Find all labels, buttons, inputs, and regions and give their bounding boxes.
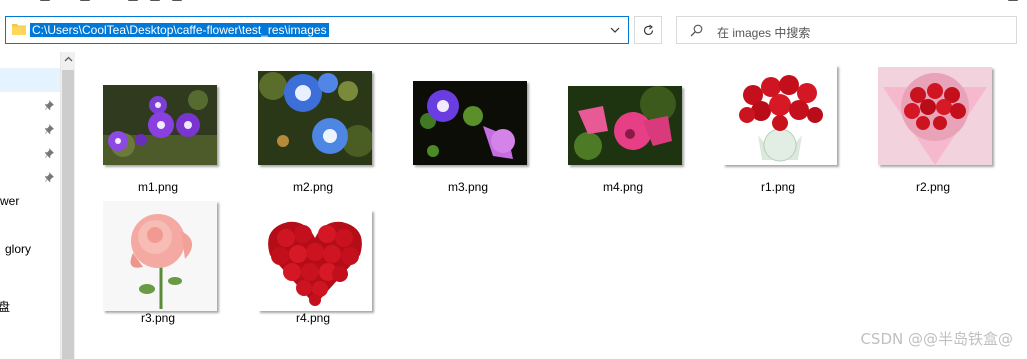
search-icon — [690, 24, 703, 37]
file-name: r1.png — [760, 180, 796, 194]
thumbnail-morning-glory-purple — [103, 85, 217, 165]
watermark: CSDN @@半岛铁盒@ — [860, 330, 1013, 348]
scroll-up-arrow-icon[interactable] — [64, 56, 73, 62]
pin-icon[interactable] — [44, 171, 56, 183]
thumbnail-pink-rose — [103, 201, 217, 311]
nav-selected-item[interactable] — [0, 68, 60, 92]
thumbnail-morning-glory-violet — [413, 81, 527, 165]
nav-scrollbar[interactable] — [60, 52, 75, 359]
file-item[interactable]: r4.png — [238, 199, 388, 329]
pin-icon[interactable] — [44, 99, 56, 111]
address-box[interactable]: C:\Users\CoolTea\Desktop\caffe-flower\te… — [5, 16, 629, 44]
search-box[interactable]: 在 images 中搜索 — [676, 16, 1017, 44]
file-name: m2.png — [292, 180, 334, 194]
thumbnail-morning-glory-pink — [568, 86, 682, 165]
nav-item-label[interactable]: 盘 — [0, 298, 10, 315]
search-input[interactable]: 在 images 中搜索 — [717, 24, 810, 41]
scrollbar-thumb[interactable] — [62, 70, 74, 359]
pin-icon[interactable] — [44, 123, 56, 135]
file-name: r3.png — [140, 311, 176, 325]
file-item[interactable]: r2.png — [858, 67, 1008, 198]
file-name: m1.png — [137, 180, 179, 194]
window-top-strip — [0, 0, 1027, 10]
file-name: m4.png — [602, 180, 644, 194]
thumbnail-morning-glory-blue — [258, 71, 372, 165]
chevron-down-icon[interactable] — [608, 23, 622, 37]
file-item[interactable]: m2.png — [238, 68, 388, 198]
address-bar-row: C:\Users\CoolTea\Desktop\caffe-flower\te… — [0, 14, 1027, 48]
file-item[interactable]: m4.png — [548, 68, 698, 198]
thumbnail-red-roses-vase — [723, 65, 837, 165]
thumbnail-rose-heart — [258, 210, 372, 311]
navigation-pane: wer glory 盘 — [0, 52, 60, 359]
folder-icon — [12, 24, 26, 35]
nav-item-label[interactable]: wer — [0, 194, 19, 208]
refresh-icon — [643, 24, 654, 36]
file-item[interactable]: m3.png — [393, 68, 543, 198]
address-path[interactable]: C:\Users\CoolTea\Desktop\caffe-flower\te… — [30, 23, 329, 37]
nav-item-label[interactable]: glory — [5, 242, 31, 256]
file-item[interactable]: r3.png — [83, 199, 233, 329]
file-name: m3.png — [447, 180, 489, 194]
refresh-button[interactable] — [634, 16, 662, 44]
file-item[interactable]: r1.png — [703, 65, 853, 198]
pin-icon[interactable] — [44, 147, 56, 159]
thumbnail-red-roses-bouquet — [878, 67, 992, 165]
file-item[interactable]: m1.png — [83, 68, 233, 198]
file-list: m1.png m2.png m3.png m4.png r1.png r2.pn… — [75, 52, 1027, 359]
file-name: r2.png — [915, 180, 951, 194]
file-name: r4.png — [295, 311, 331, 325]
